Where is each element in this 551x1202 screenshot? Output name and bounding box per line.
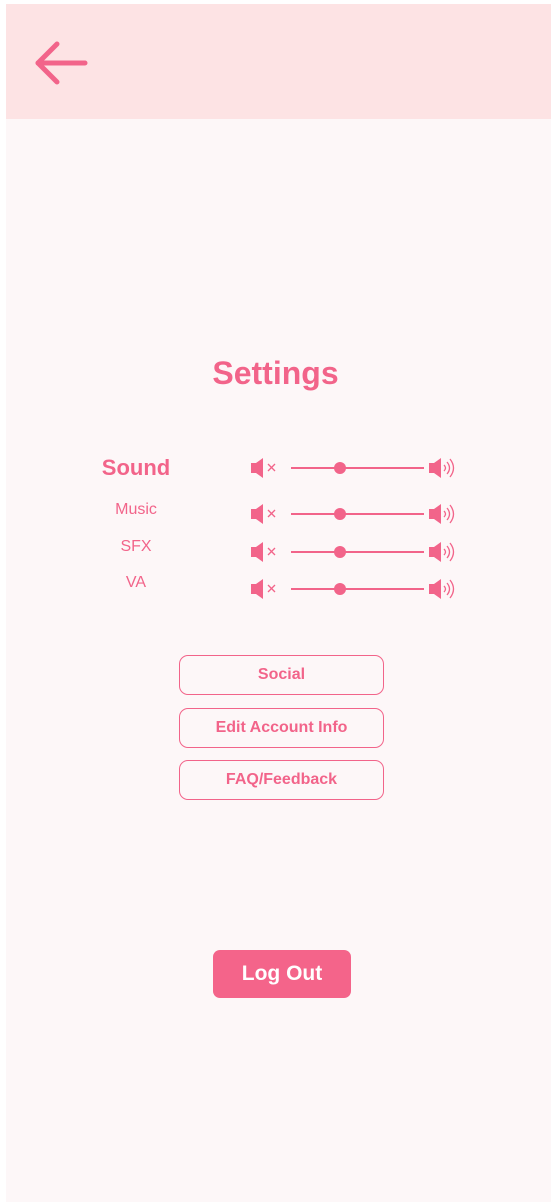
slider-thumb[interactable] [334,462,347,474]
slider-track [291,546,424,558]
log-out-button[interactable]: Log Out [213,950,351,998]
music-label: Music [115,501,157,518]
page-title: Settings [212,355,339,391]
sfx-label: SFX [120,538,152,555]
slider-track [291,508,424,520]
va-label: VA [125,574,147,591]
volume-up-icon [429,579,455,599]
slider-thumb[interactable] [334,546,347,558]
sound-volume-slider[interactable] [250,457,460,479]
music-volume-slider[interactable] [250,503,460,525]
slider-thumb[interactable] [334,583,347,595]
volume-mute-icon [251,458,276,478]
va-volume-slider[interactable] [250,578,460,600]
volume-mute-icon [251,579,276,599]
slider-track [291,583,424,595]
sfx-volume-slider[interactable] [250,541,460,563]
arrow-left-icon [35,41,88,85]
volume-up-icon [429,504,455,524]
volume-mute-icon [251,542,276,562]
edit-account-info-button[interactable]: Edit Account Info [179,708,384,748]
header-bar [6,4,551,119]
volume-mute-icon [251,504,276,524]
sound-label: Sound [101,455,171,480]
slider-thumb[interactable] [334,508,347,520]
settings-screen [6,4,551,1202]
volume-up-icon [429,458,455,478]
social-button[interactable]: Social [179,655,384,695]
back-button[interactable] [32,38,92,88]
slider-track [291,462,424,474]
faq-feedback-button[interactable]: FAQ/Feedback [179,760,384,800]
volume-up-icon [429,542,455,562]
